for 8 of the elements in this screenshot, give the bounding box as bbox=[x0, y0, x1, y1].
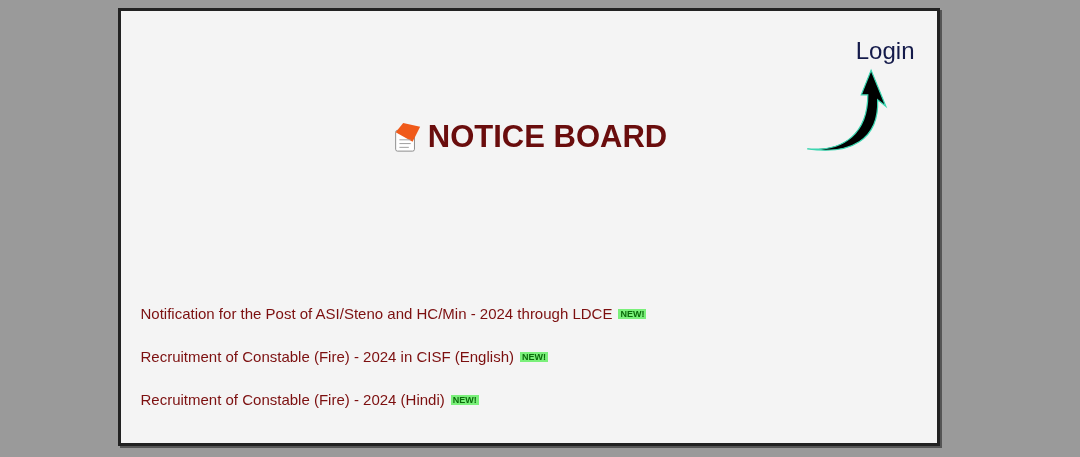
login-link[interactable]: Login bbox=[855, 37, 915, 65]
new-badge: NEW! bbox=[520, 351, 548, 362]
notice-link[interactable]: Recruitment of Constable (Fire) - 2024 in CISF (English) bbox=[140, 348, 514, 365]
new-badge: NEW! bbox=[618, 308, 647, 319]
notice-link[interactable]: Notification for the Post of ASI/Steno and HC/Min - 2024 through LDCE bbox=[140, 305, 613, 322]
new-badge: NEW! bbox=[450, 394, 479, 405]
notice-link[interactable]: Recruitment of Constable (Fire) - 2024 (Hindi) bbox=[140, 391, 445, 408]
page-title: NOTICE BOARD bbox=[427, 119, 668, 155]
